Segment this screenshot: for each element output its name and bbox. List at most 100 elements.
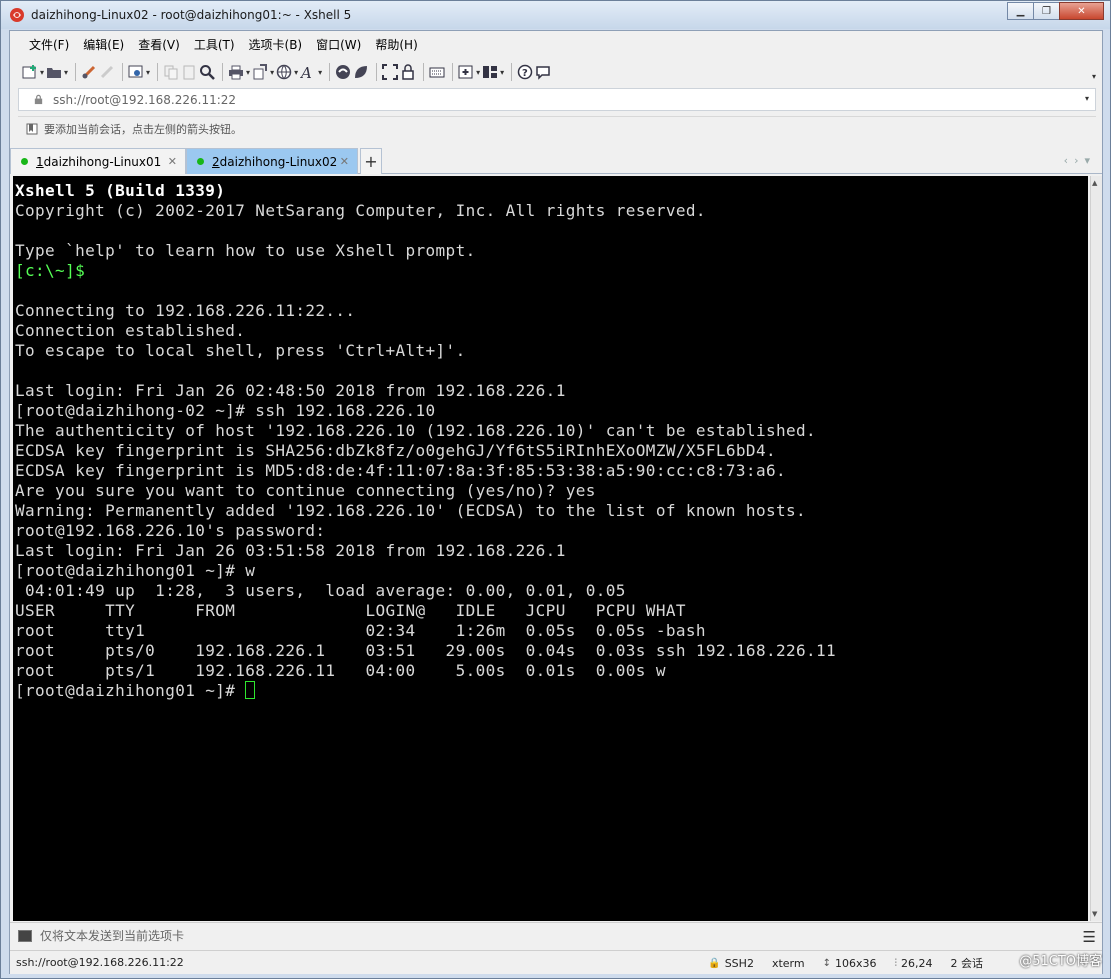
disconnect-button[interactable] xyxy=(99,61,115,83)
menu-window[interactable]: 窗口(W) xyxy=(309,36,368,53)
paste-icon xyxy=(183,65,195,80)
terminal-prompt-line: [root@daizhihong01 ~]# xyxy=(15,681,1088,701)
print-icon xyxy=(229,65,244,80)
layout-button[interactable]: ▾ xyxy=(482,61,504,83)
menu-help[interactable]: 帮助(H) xyxy=(368,36,424,53)
open-button[interactable]: ▾ xyxy=(46,61,68,83)
toolbar-separator xyxy=(329,63,331,81)
xftp-button[interactable] xyxy=(335,61,351,83)
menu-view[interactable]: 查看(V) xyxy=(131,36,187,53)
terminal-line: USER TTY FROM LOGIN@ IDLE JCPU PCPU WHAT xyxy=(15,601,686,620)
cursor-label: 26,24 xyxy=(901,956,933,970)
terminal-line: Are you sure you want to continue connec… xyxy=(15,481,596,500)
menu-tabs[interactable]: 选项卡(B) xyxy=(242,36,310,53)
protocol-label: SSH2 xyxy=(724,956,754,970)
session-hint-bar: 要添加当前会话，点击左侧的箭头按钮。 xyxy=(18,116,1096,140)
copy-icon xyxy=(164,65,178,80)
address-input[interactable]: ssh://root@192.168.226.11:22 xyxy=(53,93,236,107)
transfer-button[interactable]: ▾ xyxy=(252,61,274,83)
properties-button[interactable]: ▾ xyxy=(128,61,150,83)
size-label: 106x36 xyxy=(834,956,877,970)
xagent-button[interactable] xyxy=(353,61,369,83)
restore-icon: ❐ xyxy=(1042,5,1051,17)
font-icon: A xyxy=(300,64,312,80)
tab-session-2[interactable]: 2 daizhihong-Linux02 ✕ xyxy=(186,148,358,174)
minimize-icon: ▁ xyxy=(1016,5,1025,17)
close-tab-icon[interactable]: ✕ xyxy=(340,155,349,168)
terminal-line: Connection established. xyxy=(15,321,246,340)
chat-button[interactable] xyxy=(535,61,551,83)
xshell-logo-icon xyxy=(10,8,24,22)
scroll-down-icon[interactable]: ▼ xyxy=(1092,910,1097,918)
address-dropdown-icon[interactable]: ▾ xyxy=(1085,94,1089,103)
terminal-line: Xshell 5 (Build 1339) xyxy=(15,181,226,200)
terminal-prompt: [root@daizhihong01 ~]# xyxy=(15,681,246,700)
close-tab-icon[interactable]: ✕ xyxy=(168,155,177,168)
toolbar-overflow-icon[interactable]: ▾ xyxy=(1092,72,1096,81)
terminal-line: root pts/1 192.168.226.11 04:00 5.00s 0.… xyxy=(15,661,666,680)
help-button[interactable]: ? xyxy=(517,61,533,83)
lock-button[interactable] xyxy=(400,61,416,83)
connected-status-icon xyxy=(21,158,28,165)
paste-button[interactable] xyxy=(181,61,197,83)
menu-file[interactable]: 文件(F) xyxy=(22,36,76,53)
toolbar-separator xyxy=(452,63,454,81)
fullscreen-icon xyxy=(382,64,399,80)
disconnect-icon xyxy=(100,65,114,79)
cursor-position-icon: ⫶ xyxy=(894,957,898,969)
terminal-cursor xyxy=(245,681,256,699)
reconnect-button[interactable] xyxy=(81,61,97,83)
status-connection: ssh://root@192.168.226.11:22 xyxy=(16,956,184,969)
connected-status-icon xyxy=(197,158,204,165)
tab-label: daizhihong-Linux01 xyxy=(43,154,162,169)
window-title: daizhihong-Linux02 - root@daizhihong01:~… xyxy=(31,8,352,22)
encoding-button[interactable]: ▾ xyxy=(276,61,298,83)
copy-button[interactable] xyxy=(163,61,179,83)
watermark: @51CTO博客 xyxy=(1019,954,1102,969)
new-tab-button[interactable]: ▾ xyxy=(458,61,480,83)
compose-input[interactable]: 仅将文本发送到当前选项卡 xyxy=(40,927,184,944)
terminal-line: [root@daizhihong-02 ~]# ssh 192.168.226.… xyxy=(15,401,436,420)
close-button[interactable]: ✕ xyxy=(1059,2,1104,20)
toolbar-separator xyxy=(423,63,425,81)
find-button[interactable] xyxy=(199,61,215,83)
new-session-button[interactable]: ▾ xyxy=(22,61,44,83)
terminal-output[interactable]: Xshell 5 (Build 1339) Copyright (c) 2002-… xyxy=(13,176,1088,921)
add-tab-button[interactable]: + xyxy=(360,148,382,174)
tab-session-1[interactable]: 1 daizhihong-Linux01 ✕ xyxy=(10,148,186,174)
title-bar[interactable]: daizhihong-Linux02 - root@daizhihong01:~… xyxy=(1,1,1110,29)
status-cursor: ⫶ 26,24 xyxy=(886,951,942,975)
fullscreen-button[interactable] xyxy=(382,61,399,83)
layout-icon xyxy=(483,66,498,78)
menu-bar: 文件(F) 编辑(E) 查看(V) 工具(T) 选项卡(B) 窗口(W) 帮助(… xyxy=(10,31,1102,57)
menu-edit[interactable]: 编辑(E) xyxy=(76,36,131,53)
add-tab-icon xyxy=(458,65,473,79)
terminal-line: Type `help' to learn how to use Xshell p… xyxy=(15,241,476,260)
minimize-button[interactable]: ▁ xyxy=(1007,2,1034,20)
status-bar: ssh://root@192.168.226.11:22 🔒 SSH2 xterm… xyxy=(10,950,1102,974)
scroll-up-icon[interactable]: ▲ xyxy=(1092,179,1097,187)
tab-label: daizhihong-Linux02 xyxy=(219,154,338,169)
bookmark-arrow-icon[interactable] xyxy=(26,123,38,135)
menu-icon[interactable]: ☰ xyxy=(1083,928,1096,946)
tab-scroll-arrows[interactable]: ‹›▾ xyxy=(1064,154,1096,167)
terminal-line: root pts/0 192.168.226.1 03:51 29.00s 0.… xyxy=(15,641,837,660)
address-bar[interactable]: ssh://root@192.168.226.11:22 ▾ xyxy=(18,88,1096,111)
maximize-button[interactable]: ❐ xyxy=(1033,2,1060,20)
print-button[interactable]: ▾ xyxy=(228,61,250,83)
svg-text:?: ? xyxy=(522,68,528,79)
terminal-line: Last login: Fri Jan 26 03:51:58 2018 fro… xyxy=(15,541,566,560)
lock-icon xyxy=(31,93,45,107)
toolbar-separator xyxy=(511,63,513,81)
terminal-scrollbar[interactable]: ▲ ▼ xyxy=(1090,176,1102,921)
transfer-icon xyxy=(253,64,268,80)
compose-icon[interactable] xyxy=(18,929,32,942)
menu-tools[interactable]: 工具(T) xyxy=(187,36,242,53)
chat-icon xyxy=(536,66,550,80)
status-sessions: 2 会话 xyxy=(950,957,984,970)
xagent-icon xyxy=(355,66,368,78)
font-button[interactable]: A ▾ xyxy=(300,61,322,83)
keyboard-button[interactable] xyxy=(429,61,445,83)
